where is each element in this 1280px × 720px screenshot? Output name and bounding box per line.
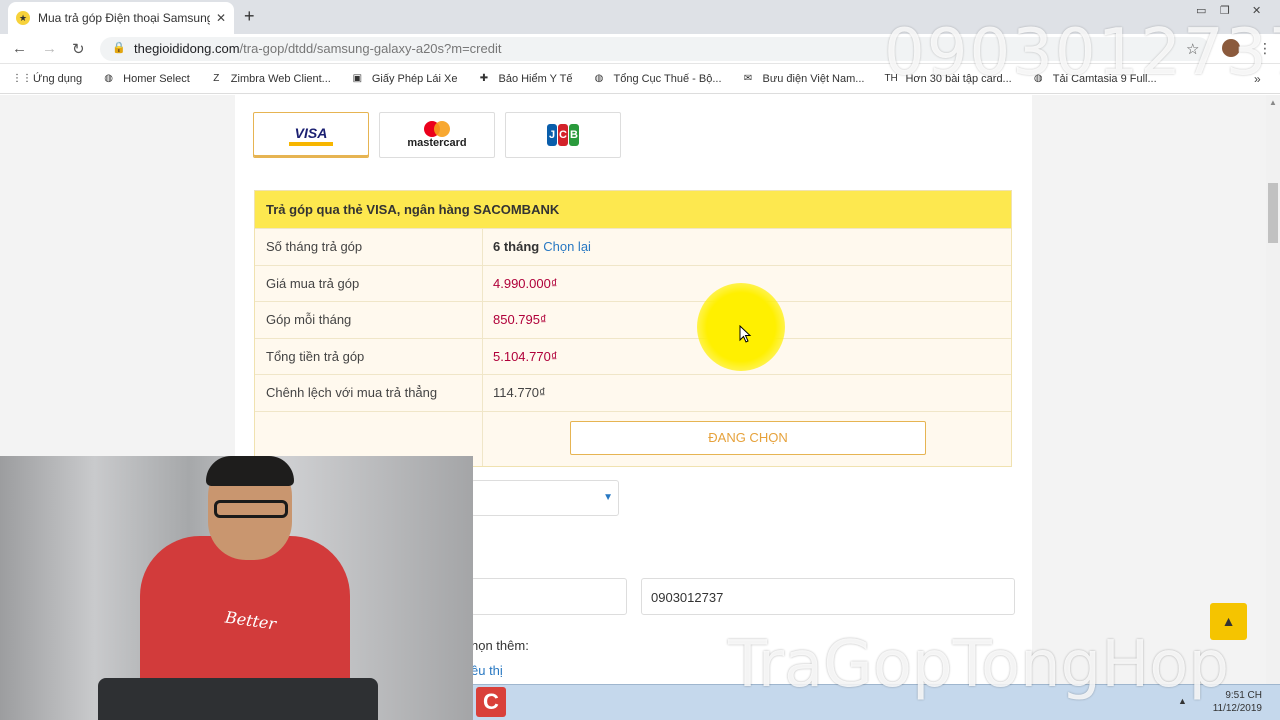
- scrollbar-thumb[interactable]: [1268, 183, 1278, 243]
- mastercard-card-option[interactable]: mastercard: [379, 112, 495, 158]
- bookmark-item[interactable]: ✚ Bảo Hiểm Y Tế: [477, 72, 573, 85]
- dropdown-select[interactable]: ▼: [471, 480, 619, 516]
- table-row: Góp mỗi tháng 850.795₫: [255, 301, 1011, 338]
- bookmark-label: Giấy Phép Lái Xe: [371, 72, 458, 85]
- table-row: Số tháng trả góp 6 tháng Chọn lại: [255, 228, 1011, 265]
- bookmark-label: Bảo Hiểm Y Tế: [498, 72, 573, 85]
- license-icon: ▣: [352, 73, 363, 84]
- name-field[interactable]: [471, 578, 627, 615]
- row-label: Giá mua trả góp: [255, 265, 483, 302]
- bookmark-item[interactable]: ◍ Tổng Cục Thuế - Bộ...: [592, 72, 722, 85]
- selecting-button[interactable]: ĐANG CHỌN: [570, 420, 926, 455]
- phone-watermark: 0903012737: [884, 16, 1280, 90]
- table-row: Giá mua trả góp 4.990.000₫: [255, 264, 1011, 302]
- jcb-card-option[interactable]: J C B: [505, 112, 621, 158]
- jcb-logo: J C B: [547, 124, 579, 146]
- url-path: /tra-gop/dtdd/samsung-galaxy-a20s?m=cred…: [239, 41, 502, 56]
- camtasia-app-icon[interactable]: C: [476, 687, 506, 717]
- bookmark-item[interactable]: ✉ Bưu điện Việt Nam...: [742, 72, 865, 85]
- card-type-selector: VISA mastercard J C B: [253, 112, 621, 158]
- tab-title: Mua trả góp Điện thoại Samsung: [38, 11, 210, 25]
- bookmark-label: Zimbra Web Client...: [230, 72, 331, 85]
- visa-logo: VISA: [288, 124, 334, 146]
- choose-again-link[interactable]: Chọn lại: [543, 239, 591, 254]
- globe-icon: ◍: [594, 73, 604, 84]
- visa-card-option[interactable]: VISA: [253, 112, 369, 158]
- close-tab-icon[interactable]: ✕: [216, 11, 226, 25]
- row-value: 6 tháng Chọn lại: [483, 229, 1011, 265]
- bookmark-item[interactable]: Z Zimbra Web Client...: [210, 72, 331, 85]
- webcam-person-hair: [206, 456, 294, 486]
- more-options-text: họn thêm:: [471, 638, 529, 653]
- lock-icon: 🔒: [112, 42, 126, 54]
- bookmark-item[interactable]: ▣ Giấy Phép Lái Xe: [351, 72, 458, 85]
- bookmark-item[interactable]: ⋮⋮ Ứng dụng: [12, 72, 82, 85]
- bookmark-label: Homer Select: [123, 72, 190, 85]
- scroll-up-icon[interactable]: ▲: [1269, 98, 1277, 107]
- installment-table: Trả góp qua thẻ VISA, ngân hàng SACOMBAN…: [254, 190, 1012, 467]
- apps-grid-icon: ⋮⋮: [12, 73, 32, 84]
- webcam-laptop: [98, 678, 378, 720]
- installment-table-header: Trả góp qua thẻ VISA, ngân hàng SACOMBAN…: [255, 191, 1011, 228]
- webcam-overlay: Better: [0, 456, 473, 720]
- bookmark-label: Ứng dụng: [33, 72, 83, 85]
- more-options-link[interactable]: ều thị: [471, 663, 503, 678]
- mastercard-label: mastercard: [407, 137, 467, 149]
- brand-watermark: TraGopTongHop: [728, 628, 1230, 702]
- total-value: 5.104.770₫: [493, 348, 558, 364]
- browser-tab-active[interactable]: ★ Mua trả góp Điện thoại Samsung ✕: [8, 2, 234, 34]
- globe-icon: ◍: [104, 73, 114, 84]
- site-favicon-icon: ★: [16, 11, 30, 25]
- row-label: Tổng tiền trả góp: [255, 338, 483, 375]
- bookmark-item[interactable]: ◍ Homer Select: [102, 72, 190, 85]
- back-arrow-icon[interactable]: ←: [12, 40, 27, 57]
- bookmark-label: Bưu điện Việt Nam...: [762, 72, 865, 85]
- months-value: 6 tháng: [493, 239, 540, 254]
- insurance-icon: ✚: [479, 73, 489, 84]
- reload-icon[interactable]: ↻: [72, 40, 85, 58]
- forward-arrow-icon[interactable]: →: [42, 40, 57, 57]
- mastercard-logo: mastercard: [407, 121, 467, 149]
- table-row: Tổng tiền trả góp 5.104.770₫: [255, 337, 1011, 375]
- monthly-value: 850.795₫: [493, 312, 547, 328]
- new-tab-button[interactable]: +: [244, 6, 255, 27]
- url-host: thegioididong.com: [134, 41, 240, 56]
- phone-field[interactable]: 0903012737: [641, 578, 1015, 615]
- price-value: 4.990.000₫: [493, 275, 558, 291]
- mouse-pointer-icon: [739, 325, 752, 343]
- bookmark-label: Tổng Cục Thuế - Bộ...: [613, 72, 722, 85]
- webcam-person-glasses: [214, 500, 288, 518]
- post-icon: ✉: [743, 73, 753, 84]
- dropdown-caret-icon: ▼: [603, 492, 613, 503]
- row-label: Góp mỗi tháng: [255, 302, 483, 338]
- difference-value: 114.770₫: [493, 385, 546, 401]
- row-label: Số tháng trả góp: [255, 229, 483, 265]
- zimbra-icon: Z: [213, 73, 220, 84]
- clock-date: 11/12/2019: [1212, 703, 1262, 714]
- row-label: Chênh lệch với mua trả thẳng: [255, 375, 483, 411]
- row-value: 114.770₫: [483, 375, 1011, 411]
- table-row: Chênh lệch với mua trả thẳng 114.770₫: [255, 374, 1011, 411]
- page-scrollbar[interactable]: ▲: [1266, 95, 1280, 685]
